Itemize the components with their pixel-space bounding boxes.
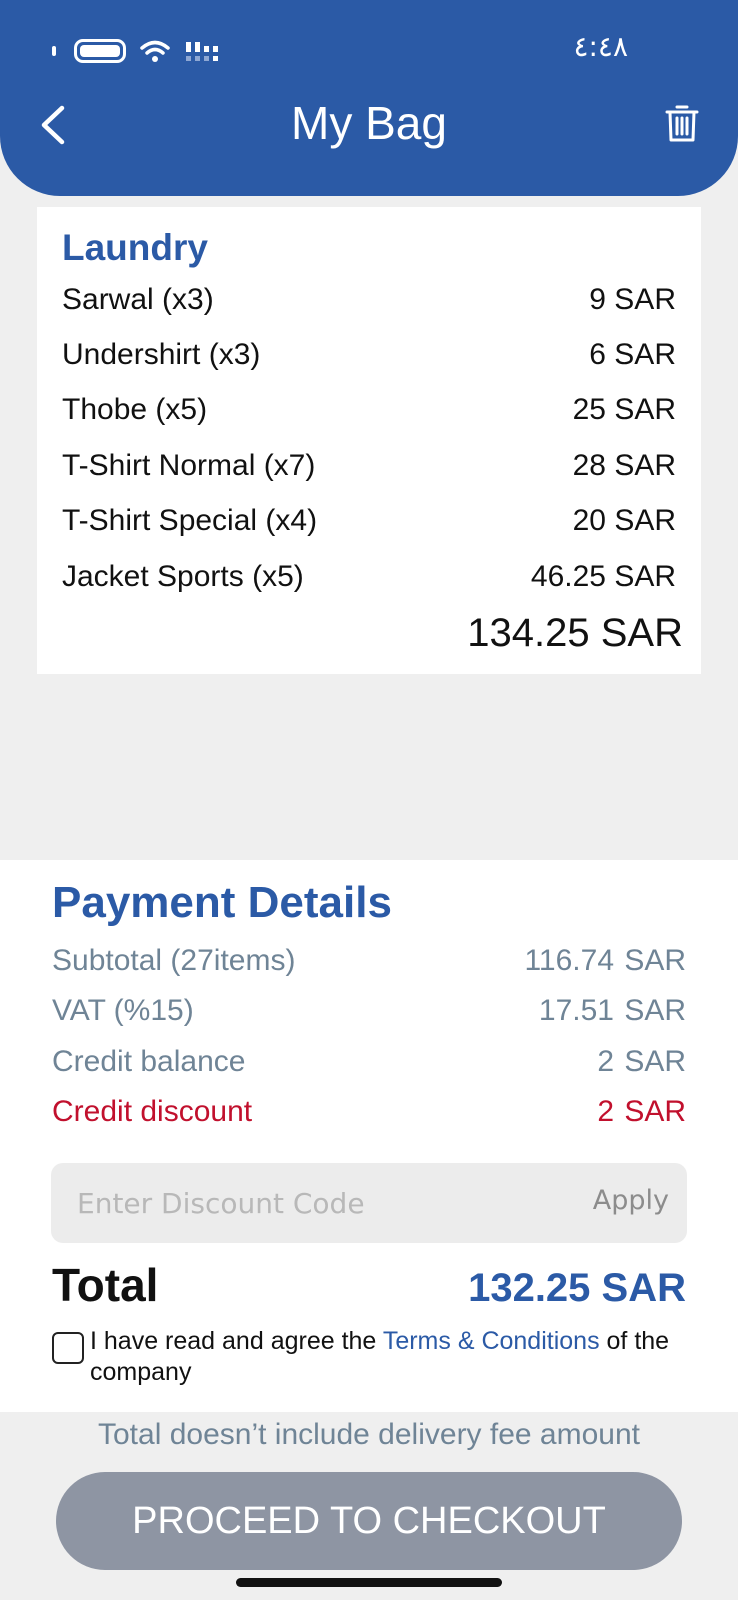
status-icons [52, 38, 224, 64]
payment-details-title: Payment Details [52, 878, 392, 927]
delivery-fee-note: Total doesn’t include delivery fee amoun… [98, 1418, 640, 1451]
item-price: 20 SAR [572, 504, 676, 537]
app-header: ٤:٤٨ My Bag [0, 0, 738, 196]
bag-item-row: Sarwal (x3) 9 SAR [62, 283, 676, 323]
wifi-icon [140, 39, 170, 63]
total-value: 132.25 SAR [468, 1266, 686, 1310]
item-price: 46.25 SAR [530, 560, 676, 593]
row-amount: 17.51 [538, 994, 614, 1027]
vat-row: VAT (%15) 17.51 SAR [52, 994, 686, 1034]
terms-checkbox[interactable] [52, 1332, 84, 1364]
bag-total: 134.25 SAR [467, 611, 683, 655]
item-name: T-Shirt Special (x4) [62, 504, 318, 537]
row-amount: 2 [597, 1095, 614, 1128]
row-label: Credit balance [52, 1045, 246, 1078]
trash-icon [665, 105, 699, 142]
item-name: T-Shirt Normal (x7) [62, 449, 316, 482]
row-amount: 116.74 [524, 944, 614, 977]
battery-tip [52, 46, 56, 56]
bag-item-row: Thobe (x5) 25 SAR [62, 393, 676, 433]
bag-item-row: T-Shirt Normal (x7) 28 SAR [62, 449, 676, 489]
nav-bar: My Bag [0, 90, 738, 160]
apply-discount-button[interactable]: Apply [593, 1185, 669, 1216]
bag-item-row: Jacket Sports (x5) 46.25 SAR [62, 560, 676, 600]
battery-icon [74, 39, 126, 63]
status-bar: ٤:٤٨ [0, 30, 738, 70]
item-price: 28 SAR [572, 449, 676, 482]
bag-item-row: T-Shirt Special (x4) 20 SAR [62, 504, 676, 544]
item-name: Sarwal (x3) [62, 283, 214, 316]
row-currency: SAR [624, 1095, 686, 1128]
row-currency: SAR [624, 1045, 686, 1078]
home-indicator [236, 1578, 502, 1587]
row-currency: SAR [624, 994, 686, 1027]
discount-code-box: Apply [51, 1163, 687, 1243]
signal-icon [184, 38, 224, 64]
total-label: Total [52, 1259, 159, 1311]
item-price: 6 SAR [589, 338, 676, 371]
item-name: Jacket Sports (x5) [62, 560, 304, 593]
row-amount: 2 [597, 1045, 614, 1078]
item-name: Undershirt (x3) [62, 338, 261, 371]
credit-discount-row: Credit discount 2 SAR [52, 1095, 686, 1135]
terms-prefix: I have read and agree the [90, 1327, 383, 1355]
proceed-to-checkout-button[interactable]: PROCEED TO CHECKOUT [56, 1472, 682, 1570]
terms-link[interactable]: Terms & Conditions [383, 1327, 600, 1355]
page-title: My Bag [291, 97, 447, 149]
laundry-section-title: Laundry [62, 227, 208, 268]
discount-code-input[interactable] [51, 1163, 571, 1243]
row-label: Credit discount [52, 1095, 253, 1128]
item-name: Thobe (x5) [62, 393, 208, 426]
item-price: 9 SAR [589, 283, 676, 316]
status-time: ٤:٤٨ [573, 30, 628, 63]
row-label: Subtotal (27items) [52, 944, 296, 977]
row-currency: SAR [624, 944, 686, 977]
delete-bag-button[interactable] [664, 104, 700, 144]
bag-items-card: Laundry Sarwal (x3) 9 SAR Undershirt (x3… [37, 207, 701, 674]
payment-details-panel: Payment Details Subtotal (27items) 116.7… [0, 860, 738, 1412]
item-price: 25 SAR [572, 393, 676, 426]
row-label: VAT (%15) [52, 994, 194, 1027]
subtotal-row: Subtotal (27items) 116.74 SAR [52, 944, 686, 984]
bag-item-row: Undershirt (x3) 6 SAR [62, 338, 676, 378]
credit-balance-row: Credit balance 2 SAR [52, 1045, 686, 1085]
terms-text: I have read and agree the Terms & Condit… [90, 1326, 690, 1388]
